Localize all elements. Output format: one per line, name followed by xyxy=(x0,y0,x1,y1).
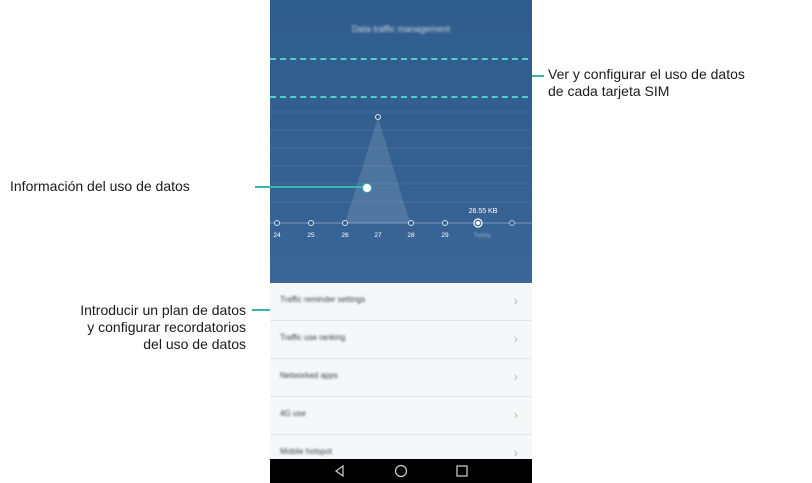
sim-callout-line-1: Ver y configurar el uso de datos xyxy=(548,66,745,82)
future-point xyxy=(509,220,515,226)
day-label-26: 26 xyxy=(341,232,349,239)
sim-callout-line xyxy=(532,75,544,77)
list-item-label: 4G use xyxy=(280,409,306,418)
selected-usage-label: 26.55 KB xyxy=(469,208,498,215)
plan-callout-text: Introducir un plan de datos y configurar… xyxy=(10,302,246,353)
sim-cards-area[interactable] xyxy=(270,58,528,98)
phone-screen: Data traffic management 26.55 KB 24 25 2… xyxy=(270,0,532,483)
plan-callout-line-3: del uso de datos xyxy=(143,336,246,352)
usage-peak-area xyxy=(345,117,410,223)
home-circle-icon[interactable] xyxy=(393,463,409,479)
today-label: Today xyxy=(473,232,491,239)
navigation-bar xyxy=(270,459,532,483)
day-24-point xyxy=(274,220,280,226)
list-item-label: Mobile hotspot xyxy=(280,447,333,456)
plan-callout-line-2: y configurar recordatorios xyxy=(87,319,246,335)
day-26-point xyxy=(342,220,348,226)
sim-callout-text: Ver y configurar el uso de datos de cada… xyxy=(548,66,745,100)
usage-callout-line xyxy=(255,186,365,188)
back-triangle-icon[interactable] xyxy=(332,463,348,479)
day-27-peak-point xyxy=(375,114,381,120)
list-item-networked-apps[interactable]: Networked apps › xyxy=(270,359,532,397)
list-item-label: Networked apps xyxy=(280,371,338,380)
day-label-27: 27 xyxy=(374,232,382,239)
chevron-right-icon: › xyxy=(513,445,518,460)
day-label-24: 24 xyxy=(273,232,281,239)
recents-square-icon[interactable] xyxy=(454,463,470,479)
usage-callout-text: Información del uso de datos xyxy=(10,178,190,194)
list-item-label: Traffic use ranking xyxy=(280,333,346,342)
list-item-4g-use[interactable]: 4G use › xyxy=(270,397,532,435)
data-usage-panel: Data traffic management 26.55 KB 24 25 2… xyxy=(270,0,532,283)
chevron-right-icon: › xyxy=(513,293,518,308)
day-label-25: 25 xyxy=(307,232,315,239)
list-item-label: Traffic reminder settings xyxy=(280,295,366,304)
day-label-28: 28 xyxy=(407,232,415,239)
sim-callout-line-2: de cada tarjeta SIM xyxy=(548,83,670,99)
day-28-point xyxy=(408,220,414,226)
day-25-point xyxy=(308,220,314,226)
today-selected-dot xyxy=(476,221,480,225)
day-label-29: 29 xyxy=(441,232,449,239)
list-item-traffic-reminder-settings[interactable]: Traffic reminder settings › xyxy=(270,283,532,321)
list-item-traffic-use-ranking[interactable]: Traffic use ranking › xyxy=(270,321,532,359)
chart-gridlines xyxy=(270,111,532,203)
plan-callout-line xyxy=(252,309,270,311)
chevron-right-icon: › xyxy=(513,407,518,422)
settings-list: Traffic reminder settings › Traffic use … xyxy=(270,283,532,473)
chevron-right-icon: › xyxy=(513,369,518,384)
chevron-right-icon: › xyxy=(513,331,518,346)
day-29-point xyxy=(442,220,448,226)
usage-chart: 26.55 KB 24 25 26 27 28 29 Today xyxy=(270,111,532,239)
usage-callout-dot xyxy=(362,183,372,193)
plan-callout-line-1: Introducir un plan de datos xyxy=(80,302,246,318)
